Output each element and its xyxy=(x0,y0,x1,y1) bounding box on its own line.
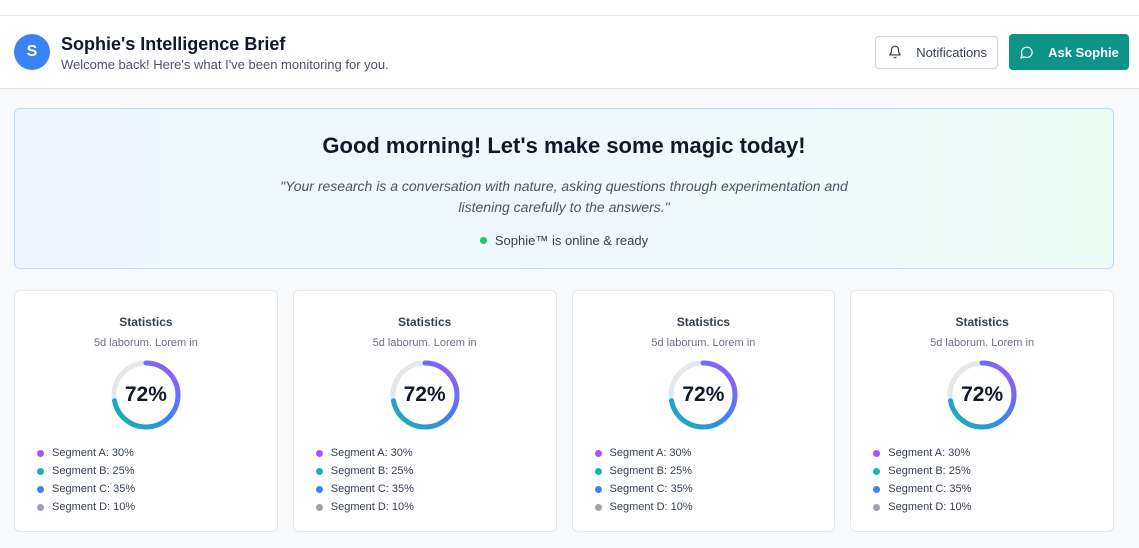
avatar: S xyxy=(14,34,50,70)
progress-gauge: 72% xyxy=(667,359,739,431)
legend-swatch xyxy=(594,485,602,493)
header-actions: Notifications Ask Sophie xyxy=(875,34,1129,70)
legend-item: Segment D: 10% xyxy=(873,498,1113,516)
legend-swatch xyxy=(37,449,44,457)
stats-cards: Statistics 5d laborum. Lorem in 72% Segm… xyxy=(14,290,1114,532)
legend-label: Segment B: 25% xyxy=(888,465,971,477)
legend-item: Segment A: 30% xyxy=(315,444,556,462)
legend-item: Segment A: 30% xyxy=(594,444,835,462)
legend-swatch xyxy=(37,503,44,511)
ask-sophie-button[interactable]: Ask Sophie xyxy=(1009,34,1129,70)
banner-title: Good morning! Let's make some magic toda… xyxy=(322,133,806,158)
legend-label: Segment A: 30% xyxy=(609,447,692,459)
stats-card: Statistics 5d laborum. Lorem in 72% Segm… xyxy=(571,290,836,532)
notifications-button[interactable]: Notifications xyxy=(875,35,998,69)
notifications-label: Notifications xyxy=(916,44,987,60)
page-header: S Sophie's Intelligence Brief Welcome ba… xyxy=(0,16,1139,89)
chat-bubble-icon xyxy=(1019,45,1034,60)
segment-legend: Segment A: 30% Segment B: 25% Segment C:… xyxy=(315,444,556,516)
legend-item: Segment B: 25% xyxy=(873,462,1113,480)
bell-icon xyxy=(888,45,902,59)
legend-swatch xyxy=(873,449,881,457)
card-subtitle: 5d laborum. Lorem in xyxy=(651,337,756,349)
gauge-value: 72% xyxy=(682,383,725,406)
gauge-value: 72% xyxy=(961,383,1004,406)
stats-card: Statistics 5d laborum. Lorem in 72% Segm… xyxy=(14,290,278,532)
legend-item: Segment C: 35% xyxy=(37,480,277,498)
legend-swatch xyxy=(873,467,881,475)
legend-label: Segment B: 25% xyxy=(52,465,135,477)
legend-label: Segment C: 35% xyxy=(609,483,693,495)
online-status: Sophie™ is online & ready xyxy=(15,233,1113,248)
legend-label: Segment A: 30% xyxy=(888,447,971,459)
legend-swatch xyxy=(873,485,881,493)
legend-label: Segment D: 10% xyxy=(52,501,136,513)
legend-item: Segment D: 10% xyxy=(315,498,556,516)
ask-sophie-label: Ask Sophie xyxy=(1048,44,1119,60)
segment-legend: Segment A: 30% Segment B: 25% Segment C:… xyxy=(594,444,835,516)
header-titles: Sophie's Intelligence Brief Welcome back… xyxy=(61,33,389,72)
legend-swatch xyxy=(315,485,323,493)
online-indicator xyxy=(479,237,487,244)
banner-quote: "Your research is a conversation with na… xyxy=(280,178,848,215)
legend-item: Segment B: 25% xyxy=(37,462,277,480)
legend-swatch xyxy=(37,485,44,493)
legend-swatch xyxy=(315,449,323,457)
legend-swatch xyxy=(594,503,602,511)
legend-item: Segment C: 35% xyxy=(594,480,835,498)
welcome-banner: Good morning! Let's make some magic toda… xyxy=(14,108,1114,269)
gauge-value: 72% xyxy=(124,383,167,406)
card-subtitle: 5d laborum. Lorem in xyxy=(930,337,1035,349)
stats-card: Statistics 5d laborum. Lorem in 72% Segm… xyxy=(292,290,557,532)
legend-label: Segment D: 10% xyxy=(330,501,414,513)
legend-label: Segment B: 25% xyxy=(609,465,693,477)
legend-label: Segment C: 35% xyxy=(52,483,136,495)
online-status-text: Sophie™ is online & ready xyxy=(494,233,649,248)
legend-label: Segment D: 10% xyxy=(888,501,972,513)
legend-item: Segment D: 10% xyxy=(594,498,835,516)
gauge-value: 72% xyxy=(403,383,446,406)
progress-gauge: 72% xyxy=(110,359,182,431)
top-strip xyxy=(0,0,1139,16)
legend-swatch xyxy=(594,449,602,457)
legend-item: Segment B: 25% xyxy=(594,462,835,480)
card-subtitle: 5d laborum. Lorem in xyxy=(93,337,198,349)
legend-label: Segment D: 10% xyxy=(609,501,693,513)
legend-item: Segment C: 35% xyxy=(873,480,1113,498)
legend-swatch xyxy=(873,503,881,511)
legend-item: Segment C: 35% xyxy=(315,480,556,498)
progress-gauge: 72% xyxy=(946,359,1018,431)
legend-swatch xyxy=(37,467,44,475)
legend-label: Segment A: 30% xyxy=(330,447,413,459)
legend-item: Segment D: 10% xyxy=(37,498,277,516)
legend-label: Segment C: 35% xyxy=(888,483,972,495)
legend-item: Segment A: 30% xyxy=(873,444,1113,462)
legend-label: Segment C: 35% xyxy=(330,483,414,495)
legend-swatch xyxy=(315,467,323,475)
page-title: Sophie's Intelligence Brief xyxy=(61,33,286,54)
segment-legend: Segment A: 30% Segment B: 25% Segment C:… xyxy=(873,444,1113,516)
legend-item: Segment B: 25% xyxy=(315,462,556,480)
legend-swatch xyxy=(315,503,323,511)
card-subtitle: 5d laborum. Lorem in xyxy=(372,337,477,349)
legend-swatch xyxy=(594,467,602,475)
page-subtitle: Welcome back! Here's what I've been moni… xyxy=(61,56,389,72)
card-title: Statistics xyxy=(676,315,731,329)
legend-item: Segment A: 30% xyxy=(37,444,277,462)
card-title: Statistics xyxy=(397,315,452,329)
card-title: Statistics xyxy=(955,315,1009,329)
stats-card: Statistics 5d laborum. Lorem in 72% Segm… xyxy=(850,290,1114,532)
segment-legend: Segment A: 30% Segment B: 25% Segment C:… xyxy=(37,444,277,516)
legend-label: Segment B: 25% xyxy=(330,465,414,477)
card-title: Statistics xyxy=(119,315,173,329)
legend-label: Segment A: 30% xyxy=(52,447,134,459)
progress-gauge: 72% xyxy=(389,359,461,431)
